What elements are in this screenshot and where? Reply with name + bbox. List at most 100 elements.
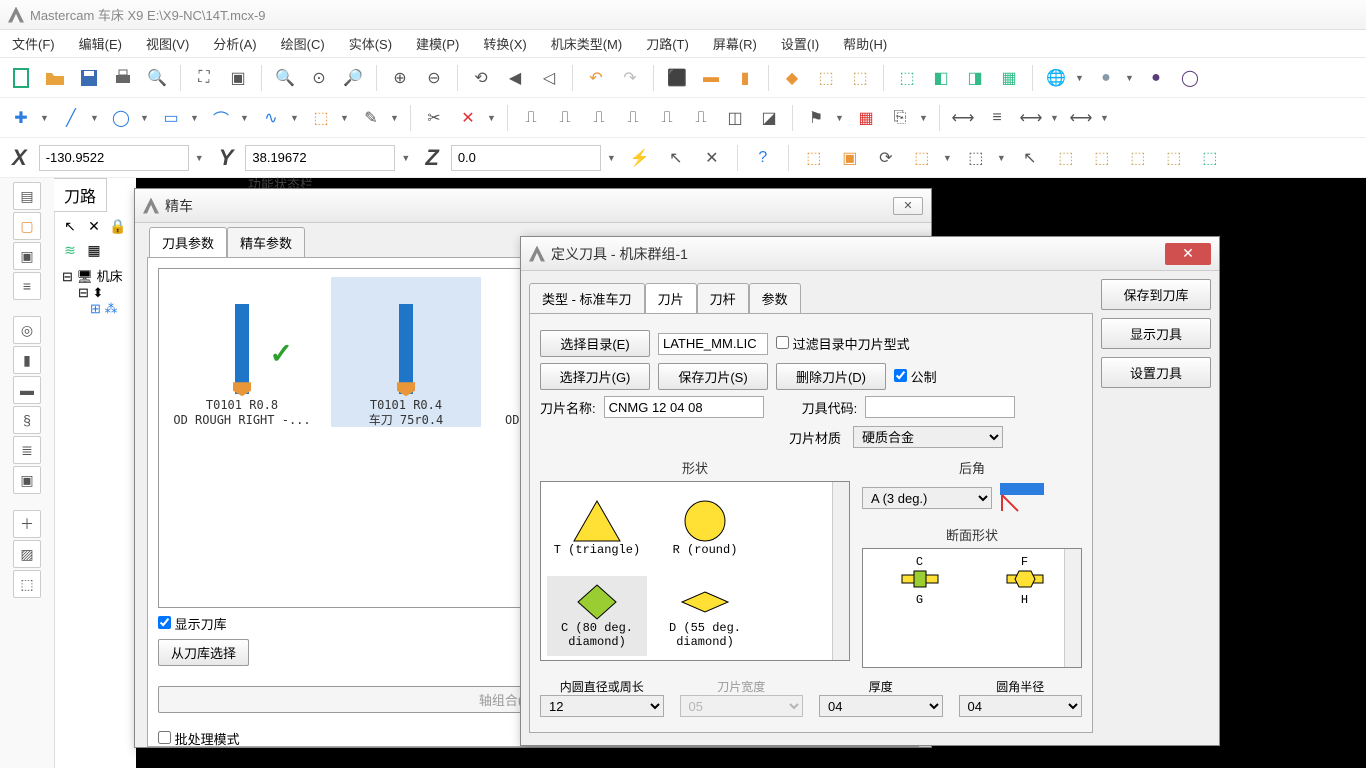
menu-edit[interactable]: 编辑(E) <box>73 30 128 57</box>
menu-machine[interactable]: 机床类型(M) <box>545 30 629 57</box>
tool-item-0[interactable]: ✓ T0101 R0.8OD ROUGH RIGHT -... <box>167 277 317 427</box>
radius-select[interactable]: 04 <box>959 695 1083 717</box>
tree-cursor-icon[interactable]: ↖ <box>60 216 80 236</box>
tp7-icon[interactable]: ◫ <box>720 103 750 133</box>
y-input[interactable] <box>245 145 395 171</box>
shaded2-icon[interactable]: ◨ <box>960 63 990 93</box>
point-icon[interactable]: ✚ <box>6 103 36 133</box>
print-icon[interactable] <box>108 63 138 93</box>
zoom-in-icon[interactable]: ⊕ <box>385 63 415 93</box>
menu-draw[interactable]: 绘图(C) <box>275 30 331 57</box>
pal-lines-icon[interactable]: ≡ <box>13 272 41 300</box>
shape-c-diamond[interactable]: C (80 deg.diamond) <box>547 576 647 656</box>
sel-dir-button[interactable]: 选择目录(E) <box>540 330 650 357</box>
filter-shapes-check[interactable]: 过滤目录中刀片型式 <box>776 334 910 353</box>
arc-icon[interactable]: ⌒ <box>206 103 236 133</box>
metric-check[interactable]: 公制 <box>894 367 937 386</box>
pal-lines2-icon[interactable]: ≣ <box>13 436 41 464</box>
wireframe-icon[interactable]: ⬚ <box>892 63 922 93</box>
tab-insert[interactable]: 刀片 <box>645 283 697 313</box>
repaint-icon[interactable]: ▣ <box>223 63 253 93</box>
define-tool-close-icon[interactable]: ✕ <box>1165 243 1211 265</box>
shape-round[interactable]: R (round) <box>655 488 755 568</box>
menu-model[interactable]: 建模(P) <box>410 30 465 57</box>
sel4-icon[interactable]: ⬚ <box>907 143 937 173</box>
preview-icon[interactable]: 🔍 <box>142 63 172 93</box>
code-input[interactable] <box>865 396 1015 418</box>
redo-icon[interactable]: ↷ <box>615 63 645 93</box>
pal-frame2-icon[interactable]: ▣ <box>13 466 41 494</box>
zoom-out-icon[interactable]: ⊖ <box>419 63 449 93</box>
tool-item-1[interactable]: T0101 R0.4车刀 75r0.4 <box>331 277 481 427</box>
shaded3-icon[interactable]: ▦ <box>994 63 1024 93</box>
menu-help[interactable]: 帮助(H) <box>837 30 893 57</box>
pal-pick-icon[interactable]: ⬚ <box>13 570 41 598</box>
tp8-icon[interactable]: ◪ <box>754 103 784 133</box>
dyn-rotate-icon[interactable]: ⟲ <box>466 63 496 93</box>
cylinder-icon[interactable]: ⬚ <box>306 103 336 133</box>
undo-icon[interactable]: ↶ <box>581 63 611 93</box>
brush-icon[interactable]: ✎ <box>356 103 386 133</box>
pal-hbar-icon[interactable]: ▬ <box>13 376 41 404</box>
new-icon[interactable] <box>6 63 36 93</box>
box3-icon[interactable]: ⬚ <box>1123 143 1153 173</box>
fastpoint-icon[interactable]: ⚡ <box>625 143 655 173</box>
sel3-icon[interactable]: ⟳ <box>871 143 901 173</box>
arrow-icon[interactable]: ↖ <box>1015 143 1045 173</box>
cube1-icon[interactable]: ⬚ <box>811 63 841 93</box>
menu-xform[interactable]: 转换(X) <box>477 30 532 57</box>
tree-lock-icon[interactable]: 🔒 <box>108 216 128 236</box>
menu-file[interactable]: 文件(F) <box>6 30 61 57</box>
pal-spring-icon[interactable]: § <box>13 406 41 434</box>
zoom-window-icon[interactable]: 🔍 <box>270 63 300 93</box>
box1-icon[interactable]: ⬚ <box>1051 143 1081 173</box>
dir-input[interactable] <box>658 333 768 355</box>
open-icon[interactable] <box>40 63 70 93</box>
circle-icon[interactable]: ◯ <box>106 103 136 133</box>
fit-icon[interactable]: ⛶ <box>189 63 219 93</box>
pal-bar-icon[interactable]: ▮ <box>13 346 41 374</box>
tree-x-icon[interactable]: ✕ <box>84 216 104 236</box>
cross-scrollbar[interactable] <box>1064 549 1081 667</box>
side-view-icon[interactable]: ▮ <box>730 63 760 93</box>
menu-settings[interactable]: 设置(I) <box>775 30 825 57</box>
thick-select[interactable]: 04 <box>819 695 943 717</box>
del-insert-button[interactable]: 删除刀片(D) <box>776 363 886 390</box>
tp1-icon[interactable]: ⎍ <box>516 103 546 133</box>
shape-scrollbar[interactable] <box>832 482 849 660</box>
globe-icon[interactable]: 🌐 <box>1041 63 1071 93</box>
pal-hatch-icon[interactable]: ▤ <box>13 182 41 210</box>
menu-screen[interactable]: 屏幕(R) <box>707 30 763 57</box>
shaded1-icon[interactable]: ◧ <box>926 63 956 93</box>
tp6-icon[interactable]: ⎍ <box>686 103 716 133</box>
tree-layers-icon[interactable]: ≋ <box>60 240 80 260</box>
from-lib-button[interactable]: 从刀库选择 <box>158 639 249 666</box>
exit-icon[interactable]: ⎘ <box>885 103 915 133</box>
iso-view-icon[interactable]: ◆ <box>777 63 807 93</box>
sel2-icon[interactable]: ▣ <box>835 143 865 173</box>
sel5-icon[interactable]: ⬚ <box>961 143 991 173</box>
dim2-icon[interactable]: ≡ <box>982 103 1012 133</box>
save-icon[interactable] <box>74 63 104 93</box>
batch-check[interactable]: 批处理模式 <box>158 729 240 748</box>
prev-view-icon[interactable]: ◀ <box>500 63 530 93</box>
tp3-icon[interactable]: ⎍ <box>584 103 614 133</box>
pal-target-icon[interactable]: ◎ <box>13 316 41 344</box>
top-view-icon[interactable]: ⬛ <box>662 63 692 93</box>
tab-finish-params[interactable]: 精车参数 <box>227 227 305 257</box>
tab-type[interactable]: 类型 - 标准车刀 <box>529 283 645 313</box>
tab-tool-params[interactable]: 刀具参数 <box>149 227 227 257</box>
snap-x-icon[interactable]: ✕ <box>697 143 727 173</box>
save-insert-button[interactable]: 保存刀片(S) <box>658 363 768 390</box>
tree-more-icon[interactable]: ▦ <box>84 240 104 260</box>
sel-insert-button[interactable]: 选择刀片(G) <box>540 363 650 390</box>
pal-rect-icon[interactable]: ▢ <box>13 212 41 240</box>
line-icon[interactable]: ╱ <box>56 103 86 133</box>
menu-view[interactable]: 视图(V) <box>140 30 195 57</box>
grid-icon[interactable]: ▦ <box>851 103 881 133</box>
dim4-icon[interactable]: ⟷ <box>1066 103 1096 133</box>
rect-icon[interactable]: ▭ <box>156 103 186 133</box>
tp2-icon[interactable]: ⎍ <box>550 103 580 133</box>
tree-child2[interactable]: ⊞ ⁂ <box>62 301 136 317</box>
menu-toolpath[interactable]: 刀路(T) <box>640 30 695 57</box>
